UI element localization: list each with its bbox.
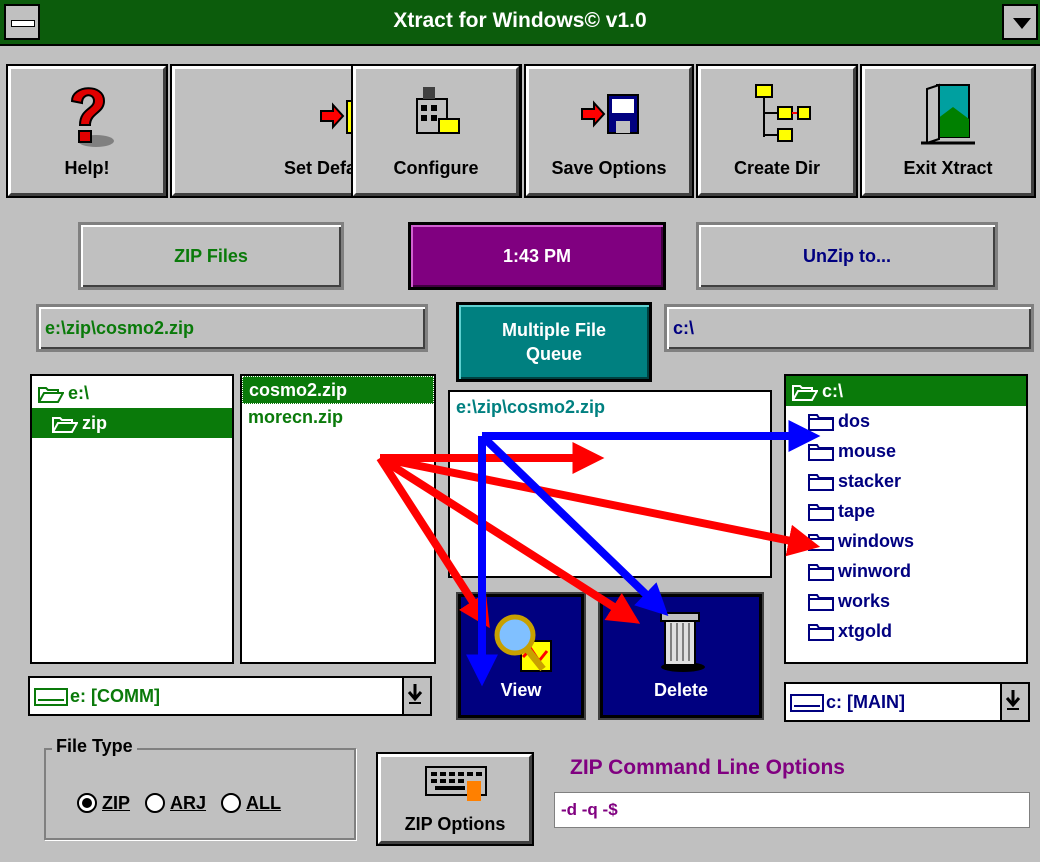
target-drive-select[interactable]: c: [MAIN]: [784, 682, 1030, 722]
window-title: Xtract for Windows© v1.0: [393, 9, 647, 32]
chevron-down-icon: [1013, 18, 1031, 29]
directory-tree-icon: [755, 84, 811, 142]
system-menu-button[interactable]: [4, 4, 40, 40]
queue-list[interactable]: e:\zip\cosmo2.zip: [448, 390, 772, 578]
minimize-button[interactable]: [1002, 4, 1038, 40]
source-zip-path: e:\zip\cosmo2.zip: [45, 318, 195, 338]
configure-icon: [416, 87, 460, 134]
save-disk-icon: [581, 94, 639, 134]
target-drive-value: c: [MAIN]: [826, 692, 905, 712]
drive-icon: [34, 688, 68, 706]
list-item[interactable]: e:\zip\cosmo2.zip: [450, 392, 770, 422]
help-label: Help!: [64, 158, 110, 178]
view-button[interactable]: View: [456, 592, 586, 720]
source-directory-list[interactable]: e:\ zip: [30, 374, 234, 664]
source-drive-value: e: [COMM]: [70, 686, 160, 706]
folder-open-icon: [38, 387, 64, 404]
exit-button[interactable]: Exit Xtract: [860, 64, 1036, 198]
list-item[interactable]: xtgold: [786, 616, 1026, 646]
create-dir-button[interactable]: Create Dir: [696, 64, 858, 198]
delete-label: Delete: [653, 680, 709, 700]
folder-icon: [808, 624, 834, 642]
chevron-down-icon: [1005, 690, 1021, 710]
command-line-options-label: ZIP Command Line Options: [570, 756, 845, 779]
list-item[interactable]: stacker: [786, 466, 1026, 496]
drive-icon: [790, 694, 824, 712]
chevron-down-icon: [407, 684, 423, 704]
exit-label: Exit Xtract: [903, 158, 993, 178]
unzip-to-panel: UnZip to...: [696, 222, 998, 290]
target-directory-list[interactable]: c:\ dos mouse stacker tape windows winword wor…: [784, 374, 1028, 664]
command-line-options-input[interactable]: [554, 792, 1030, 828]
list-item[interactable]: mouse: [786, 436, 1026, 466]
folder-icon: [808, 594, 834, 612]
list-item[interactable]: e:\: [32, 378, 232, 408]
radio-icon: [221, 793, 242, 813]
radio-icon: [145, 793, 166, 813]
folder-icon: [808, 444, 834, 462]
system-menu-icon: [11, 20, 35, 27]
list-item[interactable]: morecn.zip: [242, 404, 434, 430]
folder-icon: [808, 474, 834, 492]
zip-files-label: ZIP Files: [174, 246, 248, 266]
title-bar: Xtract for Windows© v1.0: [0, 0, 1040, 46]
radio-icon: [77, 793, 97, 813]
zip-file-list[interactable]: cosmo2.zip morecn.zip: [240, 374, 436, 664]
file-type-radio-arj[interactable]: ARJ: [144, 792, 206, 814]
file-type-group: File Type ZIP ARJ ALL: [44, 736, 356, 840]
zip-files-panel: ZIP Files: [78, 222, 344, 290]
configure-button[interactable]: Configure: [351, 64, 521, 198]
target-dir-path: c:\: [673, 318, 695, 338]
source-zip-path-field: e:\zip\cosmo2.zip: [36, 304, 428, 352]
list-item[interactable]: tape: [786, 496, 1026, 526]
list-item[interactable]: dos: [786, 406, 1026, 436]
delete-button[interactable]: Delete: [598, 592, 764, 720]
configure-label: Configure: [393, 158, 479, 178]
folder-icon: [808, 534, 834, 552]
multiple-file-queue-label: Multiple File Queue: [501, 320, 606, 364]
list-item[interactable]: winword: [786, 556, 1026, 586]
help-button[interactable]: Help!: [6, 64, 168, 198]
trash-can-icon: [660, 612, 705, 672]
file-type-label: File Type: [52, 736, 137, 757]
folder-icon: [808, 504, 834, 522]
target-dir-path-field: c:\: [664, 304, 1034, 352]
folder-icon: [808, 414, 834, 432]
dropdown-arrow-button[interactable]: [402, 678, 430, 714]
multiple-file-queue-button[interactable]: Multiple File Queue: [456, 302, 652, 382]
zip-options-button[interactable]: ZIP Options: [376, 752, 534, 846]
clock-time: 1:43 PM: [502, 246, 572, 266]
dropdown-arrow-button[interactable]: [1000, 684, 1028, 720]
source-drive-select[interactable]: e: [COMM]: [28, 676, 432, 716]
folder-open-icon: [792, 385, 818, 402]
view-label: View: [500, 680, 542, 700]
unzip-to-label: UnZip to...: [803, 246, 891, 266]
list-item[interactable]: windows: [786, 526, 1026, 556]
file-type-radio-all[interactable]: ALL: [220, 792, 281, 814]
zip-options-label: ZIP Options: [404, 814, 506, 834]
folder-open-icon: [52, 417, 78, 434]
save-options-label: Save Options: [551, 158, 667, 178]
keyboard-icon: [425, 766, 487, 801]
list-item-selected[interactable]: c:\: [786, 376, 1026, 406]
create-dir-label: Create Dir: [733, 158, 821, 178]
save-options-button[interactable]: Save Options: [524, 64, 694, 198]
magnifier-icon: [494, 614, 552, 672]
list-item-selected[interactable]: cosmo2.zip: [242, 376, 434, 404]
folder-icon: [808, 564, 834, 582]
clock-display: 1:43 PM: [408, 222, 666, 290]
list-item-selected[interactable]: zip: [32, 408, 232, 438]
list-item[interactable]: works: [786, 586, 1026, 616]
question-mark-icon: [70, 87, 114, 147]
exit-door-icon: [921, 83, 975, 145]
file-type-radio-zip[interactable]: ZIP: [76, 792, 130, 814]
